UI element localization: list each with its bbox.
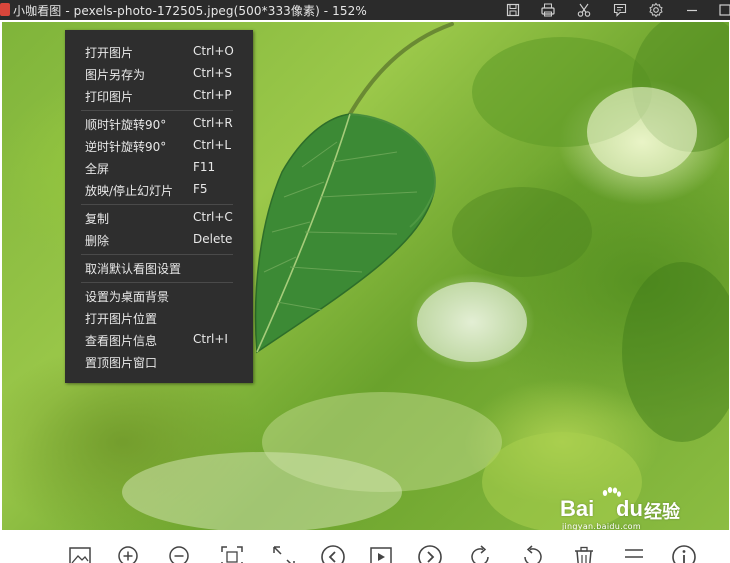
maximize-icon[interactable] bbox=[714, 0, 730, 20]
menu-item-delete[interactable]: 删除 Delete bbox=[65, 229, 253, 251]
menu-item-shortcut: F11 bbox=[193, 160, 216, 174]
menu-item-label: 取消默认看图设置 bbox=[85, 262, 182, 276]
menu-item-shortcut: Delete bbox=[193, 232, 233, 246]
watermark-product: 经验 bbox=[644, 502, 680, 523]
menu-item-print[interactable]: 打印图片 Ctrl+P bbox=[65, 85, 253, 107]
menu-item-label: 放映/停止幻灯片 bbox=[85, 184, 174, 198]
menu-separator bbox=[81, 204, 233, 205]
menu-item-rotate-counterclockwise[interactable]: 逆时针旋转90° Ctrl+L bbox=[65, 135, 253, 157]
menu-item-image-info[interactable]: 查看图片信息 Ctrl+I bbox=[65, 329, 253, 351]
menu-item-open-location[interactable]: 打开图片位置 bbox=[65, 307, 253, 329]
delete-icon[interactable] bbox=[571, 544, 597, 563]
menu-item-label: 图片另存为 bbox=[85, 68, 146, 82]
menu-item-shortcut: Ctrl+L bbox=[193, 138, 232, 152]
rotate-right-icon[interactable] bbox=[468, 544, 494, 563]
menu-item-label: 逆时针旋转90° bbox=[85, 140, 167, 154]
menu-item-label: 设置为桌面背景 bbox=[85, 290, 170, 304]
settings-icon[interactable] bbox=[645, 0, 667, 20]
actual-size-icon[interactable] bbox=[271, 544, 297, 563]
menu-item-label: 打印图片 bbox=[85, 90, 134, 104]
menu-item-label: 查看图片信息 bbox=[85, 334, 158, 348]
menu-item-open-image[interactable]: 打开图片 Ctrl+O bbox=[65, 41, 253, 63]
zoom-in-icon[interactable] bbox=[116, 544, 142, 563]
menu-item-shortcut: Ctrl+I bbox=[193, 332, 228, 346]
context-menu: 打开图片 Ctrl+O 图片另存为 Ctrl+S 打印图片 Ctrl+P 顺时针… bbox=[65, 30, 253, 383]
menu-item-label: 全屏 bbox=[85, 162, 110, 176]
menu-separator bbox=[81, 254, 233, 255]
menu-item-cancel-default-viewer[interactable]: 取消默认看图设置 bbox=[65, 257, 253, 279]
slideshow-icon[interactable] bbox=[368, 544, 394, 563]
window-title: 小咖看图 - pexels-photo-172505.jpeg(500*333像… bbox=[13, 4, 367, 18]
menu-item-copy[interactable]: 复制 Ctrl+C bbox=[65, 207, 253, 229]
menu-item-shortcut: F5 bbox=[193, 182, 208, 196]
menu-item-shortcut: Ctrl+S bbox=[193, 66, 233, 80]
menu-item-label: 打开图片位置 bbox=[85, 312, 158, 326]
menu-item-pin-window[interactable]: 置顶图片窗口 bbox=[65, 351, 253, 373]
zoom-out-icon[interactable] bbox=[167, 544, 193, 563]
menu-item-rotate-clockwise[interactable]: 顺时针旋转90° Ctrl+R bbox=[65, 113, 253, 135]
cut-icon[interactable] bbox=[573, 0, 595, 20]
previous-icon[interactable] bbox=[320, 544, 346, 563]
app-logo-icon bbox=[0, 3, 10, 16]
image-icon[interactable] bbox=[67, 544, 93, 563]
menu-item-fullscreen[interactable]: 全屏 F11 bbox=[65, 157, 253, 179]
save-icon[interactable] bbox=[502, 0, 524, 20]
rotate-left-icon[interactable] bbox=[519, 544, 545, 563]
menu-item-shortcut: Ctrl+R bbox=[193, 116, 233, 130]
menu-item-label: 顺时针旋转90° bbox=[85, 118, 167, 132]
menu-item-save-as[interactable]: 图片另存为 Ctrl+S bbox=[65, 63, 253, 85]
bottom-toolbar bbox=[0, 530, 730, 563]
comment-icon[interactable] bbox=[609, 0, 631, 20]
menu-item-label: 复制 bbox=[85, 212, 110, 226]
menu-item-shortcut: Ctrl+C bbox=[193, 210, 233, 224]
menu-icon[interactable] bbox=[621, 544, 647, 563]
minimize-icon[interactable] bbox=[681, 0, 703, 20]
menu-separator bbox=[81, 110, 233, 111]
menu-item-label: 打开图片 bbox=[85, 46, 134, 60]
menu-item-set-wallpaper[interactable]: 设置为桌面背景 bbox=[65, 285, 253, 307]
baidu-watermark: Bai du 经验 jingyan.baidu.com bbox=[560, 486, 730, 531]
print-icon[interactable] bbox=[537, 0, 559, 20]
menu-separator bbox=[81, 282, 233, 283]
menu-item-shortcut: Ctrl+O bbox=[193, 44, 234, 58]
watermark-brand-right: du bbox=[616, 496, 643, 521]
menu-item-label: 删除 bbox=[85, 234, 110, 248]
info-icon[interactable] bbox=[671, 544, 697, 563]
fit-window-icon[interactable] bbox=[219, 544, 245, 563]
menu-item-label: 置顶图片窗口 bbox=[85, 356, 158, 370]
watermark-brand-left: Bai bbox=[560, 496, 595, 521]
menu-item-shortcut: Ctrl+P bbox=[193, 88, 232, 102]
menu-item-slideshow[interactable]: 放映/停止幻灯片 F5 bbox=[65, 179, 253, 201]
next-icon[interactable] bbox=[417, 544, 443, 563]
title-bar: 小咖看图 - pexels-photo-172505.jpeg(500*333像… bbox=[0, 0, 730, 20]
